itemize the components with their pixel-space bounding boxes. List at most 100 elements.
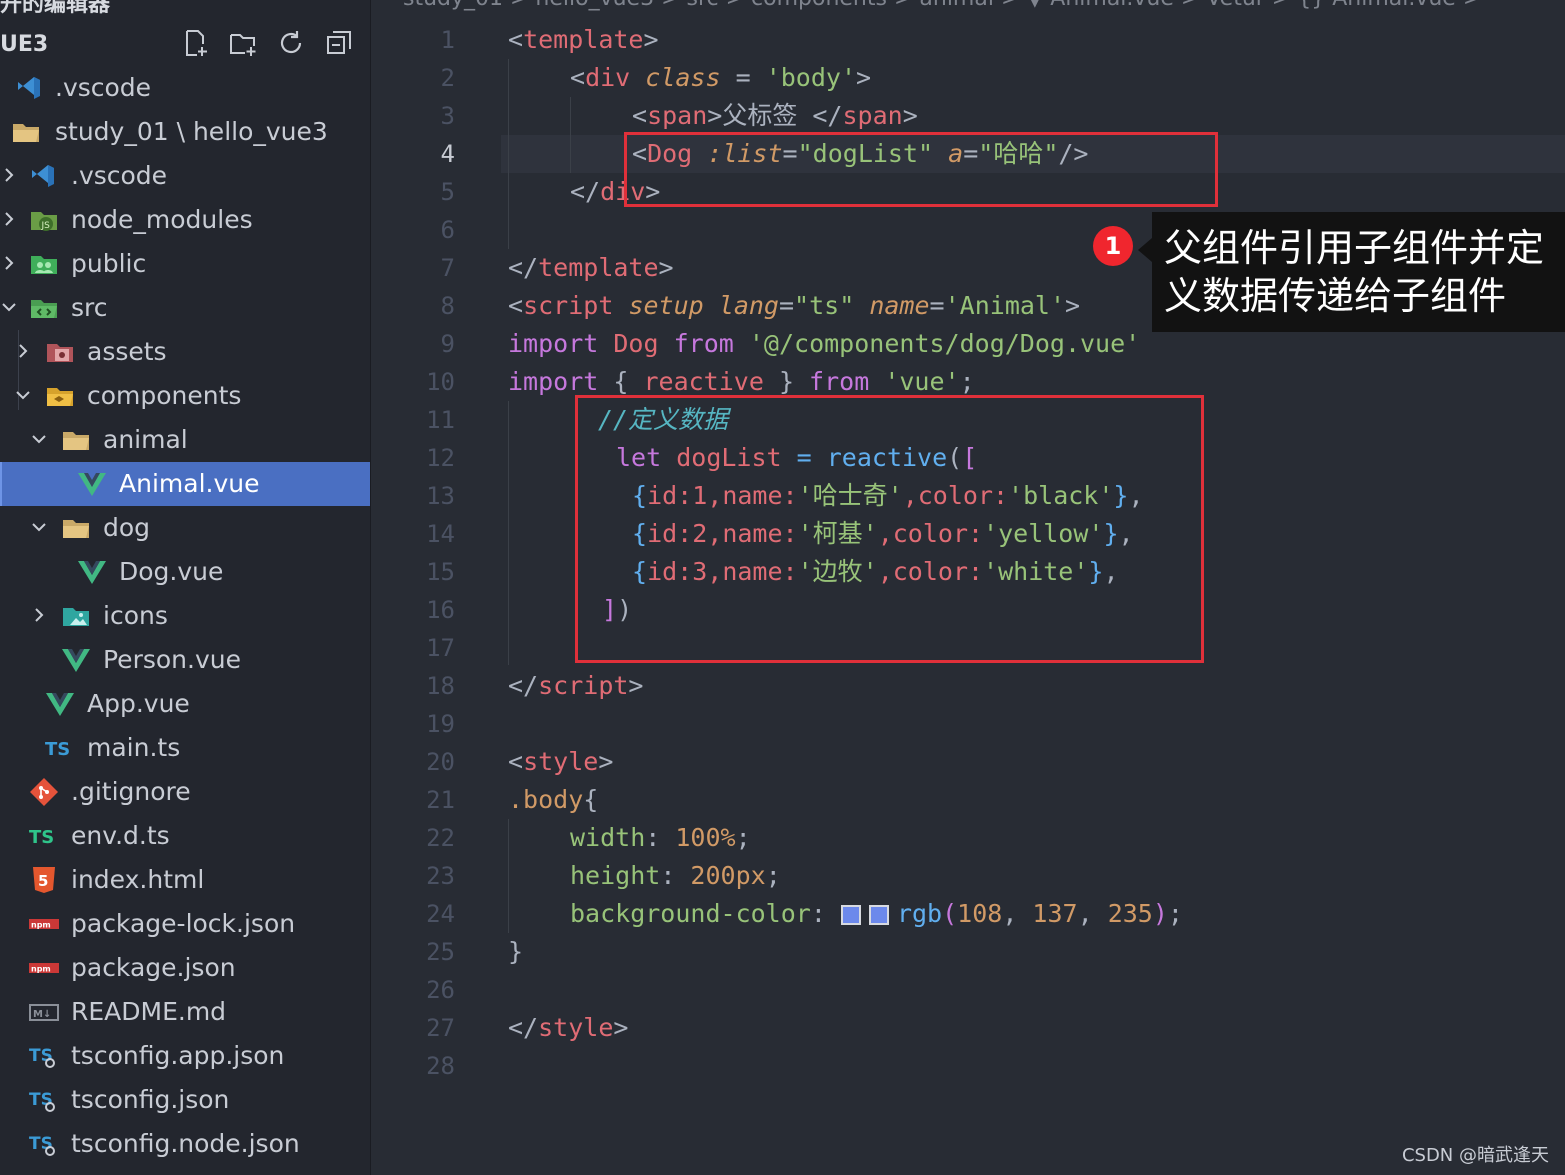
code-editor[interactable]: study_01 > hello_vue3 > src > components… xyxy=(371,0,1565,1175)
tree-item-label: .vscode xyxy=(55,73,152,102)
token: = xyxy=(929,291,945,320)
token: : xyxy=(660,861,691,890)
tree-item-study[interactable]: study_01 \ hello_vue3 xyxy=(0,110,370,154)
public-folder-icon xyxy=(28,248,60,280)
tree-item-tsconfig-node[interactable]: TS tsconfig.node.json xyxy=(0,1122,370,1166)
token: 200px xyxy=(690,861,766,890)
chevron-right-icon xyxy=(0,198,20,242)
tree-item-gitignore[interactable]: .gitignore xyxy=(0,770,370,814)
token: name xyxy=(869,291,930,320)
tree-item-package-json[interactable]: npm package.json xyxy=(0,946,370,990)
token: template xyxy=(523,25,644,54)
chevron-down-icon xyxy=(30,418,50,462)
code-line: <template> xyxy=(508,21,659,59)
token: ; xyxy=(1167,899,1183,928)
token: 'body' xyxy=(765,63,857,92)
vscode-icon xyxy=(14,72,46,104)
tree-item-tsconfig[interactable]: TS tsconfig.json xyxy=(0,1078,370,1122)
token: style xyxy=(523,747,599,776)
line-number: 22 xyxy=(426,824,455,852)
color-swatch[interactable] xyxy=(840,905,861,925)
token: span xyxy=(842,101,903,130)
tree-item-label: App.vue xyxy=(87,689,190,718)
chevron-right-icon xyxy=(0,242,20,286)
line-number: 1 xyxy=(440,26,455,54)
tree-item-label: package.json xyxy=(71,953,236,982)
line-number: 26 xyxy=(426,976,455,1004)
explorer-header: UE3 xyxy=(0,26,370,62)
line-number: 10 xyxy=(426,368,455,396)
line-number: 28 xyxy=(426,1052,455,1080)
folder-open-icon xyxy=(60,424,92,456)
color-swatch[interactable] xyxy=(868,905,889,925)
code-line: <script setup lang="ts" name='Animal'> xyxy=(508,287,1080,325)
token: import xyxy=(508,329,599,358)
tree-item-package-lock-json[interactable]: npm package-lock.json xyxy=(0,902,370,946)
tree-item-label: components xyxy=(87,381,242,410)
tree-item-env-d-ts[interactable]: TS env.d.ts xyxy=(0,814,370,858)
chevron-right-icon xyxy=(0,154,20,198)
token: > xyxy=(613,1013,629,1042)
code-line: <span>父标签 </span> xyxy=(632,97,918,135)
token: "ts" xyxy=(794,291,855,320)
token: > xyxy=(628,671,644,700)
line-number: 21 xyxy=(426,786,455,814)
tree-item-animal-vue[interactable]: Animal.vue xyxy=(0,462,370,506)
tsconfig-file-icon: TS xyxy=(28,1040,60,1072)
tree-item-label: .gitignore xyxy=(71,777,191,806)
tree-item-assets[interactable]: assets xyxy=(0,330,370,374)
token: width xyxy=(570,823,646,852)
line-number: 25 xyxy=(426,938,455,966)
collapse-all-icon[interactable] xyxy=(324,28,356,60)
token: ) xyxy=(1152,899,1168,928)
indent-guide xyxy=(508,401,509,665)
token: script xyxy=(538,671,629,700)
new-file-icon[interactable] xyxy=(180,28,212,60)
html5-file-icon: 5 xyxy=(28,864,60,896)
tree-item-components[interactable]: components xyxy=(0,374,370,418)
code-line: } xyxy=(508,933,523,971)
tree-item-label: node_modules xyxy=(71,205,253,234)
tree-item-main-ts[interactable]: TS main.ts xyxy=(0,726,370,770)
tree-item-animal[interactable]: animal xyxy=(0,418,370,462)
token: reactive xyxy=(643,367,764,396)
tree-item-index-html[interactable]: 5 index.html xyxy=(0,858,370,902)
tree-item-src[interactable]: src xyxy=(0,286,370,330)
token: < xyxy=(508,747,524,776)
line-number: 13 xyxy=(426,482,455,510)
tree-item-icons[interactable]: icons xyxy=(0,594,370,638)
tree-item-label: .vscode xyxy=(71,161,168,190)
chevron-right-icon xyxy=(14,330,34,374)
token: span xyxy=(647,101,708,130)
tree-item-tsconfig-app[interactable]: TS tsconfig.app.json xyxy=(0,1034,370,1078)
token: < xyxy=(508,291,524,320)
tree-item-label: animal xyxy=(103,425,188,454)
new-folder-icon[interactable] xyxy=(228,28,260,60)
tree-item-label: Dog.vue xyxy=(119,557,224,586)
line-number: 12 xyxy=(426,444,455,472)
tree-item-readme[interactable]: M↓ README.md xyxy=(0,990,370,1034)
token: </ xyxy=(508,253,539,282)
tree-item-person-vue[interactable]: Person.vue xyxy=(0,638,370,682)
token: lang xyxy=(718,291,779,320)
ts-file-icon: TS xyxy=(44,732,76,764)
npm-file-icon: npm xyxy=(28,952,60,984)
vue-file-icon xyxy=(44,688,76,720)
tree-item-vscode[interactable]: .vscode xyxy=(0,154,370,198)
tree-item-public[interactable]: public xyxy=(0,242,370,286)
tree-item-label: main.ts xyxy=(87,733,181,762)
tree-item-app-vue[interactable]: App.vue xyxy=(0,682,370,726)
tree-item-vscode-root[interactable]: .vscode xyxy=(0,66,370,110)
tree-item-dog-vue[interactable]: Dog.vue xyxy=(0,550,370,594)
token: 108 xyxy=(957,899,1003,928)
refresh-icon[interactable] xyxy=(276,28,308,60)
token: { xyxy=(598,367,644,396)
vscode-folder-icon xyxy=(28,160,60,192)
line-number: 9 xyxy=(440,330,455,358)
tree-item-node-modules[interactable]: JS node_modules xyxy=(0,198,370,242)
breadcrumb[interactable]: study_01 > hello_vue3 > src > components… xyxy=(403,0,1481,11)
tree-item-dog[interactable]: dog xyxy=(0,506,370,550)
indent-guide xyxy=(570,97,571,173)
code-line: </script> xyxy=(508,667,643,705)
